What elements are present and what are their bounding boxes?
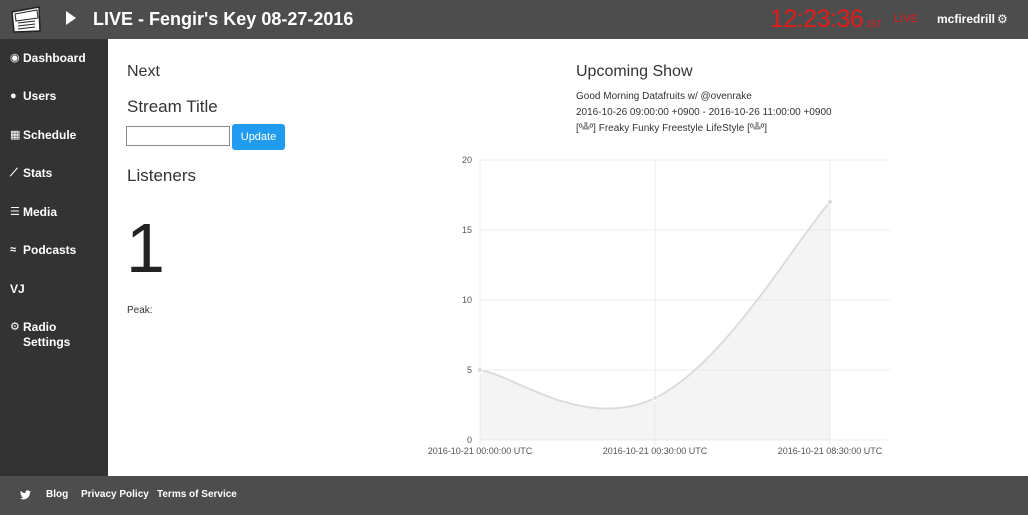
x-tick-label: 2016-10-21 08:30:00 UTC	[778, 446, 883, 456]
gear-icon: ⚙	[10, 321, 20, 333]
footer: Blog Privacy Policy Terms of Service	[0, 476, 1028, 515]
users-icon: ●	[10, 90, 17, 102]
line-chart-icon: ⟋	[10, 167, 18, 179]
next-heading: Next	[127, 63, 160, 80]
x-tick-label: 2016-10-21 00:30:00 UTC	[603, 446, 708, 456]
live-badge: LIVE	[894, 13, 918, 25]
user-menu[interactable]: mcfiredrill ⚙	[937, 12, 1008, 26]
y-tick-label: 15	[462, 225, 472, 235]
sidebar-item-vj[interactable]: VJ	[10, 282, 25, 297]
sidebar-item-label: Radio Settings	[23, 320, 71, 349]
clock: 12:23:36	[770, 5, 864, 33]
listeners-heading: Listeners	[127, 166, 196, 185]
listeners-chart: 0 5 10 15 20 2016-10-21 00:00:00 UTC 2016-10-2…	[428, 155, 890, 456]
stream-title-input[interactable]	[126, 126, 230, 146]
sidebar-item-label: Dashboard	[23, 51, 86, 65]
sidebar-item-users[interactable]: ● Users	[10, 89, 56, 104]
data-point	[827, 199, 833, 205]
blog-link[interactable]: Blog	[46, 489, 68, 500]
dashboard-icon: ◉	[10, 52, 20, 64]
username: mcfiredrill	[937, 12, 996, 26]
play-icon[interactable]	[66, 11, 76, 25]
update-button[interactable]: Update	[232, 124, 285, 150]
x-tick-label: 2016-10-21 00:00:00 UTC	[428, 446, 533, 456]
sidebar-item-label: Media	[23, 205, 58, 219]
show-description: [º╩º] Freaky Funky Freestyle LifeStyle […	[576, 123, 768, 134]
sidebar-item-label: Stats	[23, 166, 53, 180]
sidebar-item-label: Podcasts	[23, 243, 77, 257]
sidebar-item-radio-settings[interactable]: ⚙ Radio Settings	[10, 320, 100, 350]
sidebar-item-label: Users	[23, 89, 57, 103]
sidebar-item-label: Schedule	[23, 128, 77, 142]
y-tick-label: 10	[462, 295, 472, 305]
sidebar-item-podcasts[interactable]: ≈ Podcasts	[10, 243, 76, 258]
show-time: 2016-10-26 09:00:00 +0900 - 2016-10-26 1…	[576, 107, 832, 118]
timezone-label: JST	[866, 19, 883, 29]
calendar-icon: ▦	[10, 129, 21, 141]
y-tick-label: 5	[467, 365, 472, 375]
sidebar-item-dashboard[interactable]: ◉ Dashboard	[10, 51, 86, 66]
now-playing-title: LIVE - Fengir's Key 08-27-2016	[93, 9, 354, 29]
sidebar-item-label: VJ	[10, 282, 25, 296]
upcoming-show-heading: Upcoming Show	[576, 63, 693, 80]
peak-label: Peak:	[127, 305, 153, 316]
y-tick-label: 0	[467, 435, 472, 445]
data-point	[477, 367, 483, 373]
top-bar: LIVE - Fengir's Key 08-27-2016 12:23:36 …	[0, 0, 1028, 39]
stream-title-heading: Stream Title	[127, 97, 218, 116]
rss-icon: ≈	[10, 244, 17, 256]
list-icon: ☰	[10, 206, 20, 218]
listener-count: 1	[126, 209, 165, 287]
radio-logo-icon[interactable]	[9, 4, 43, 34]
show-name: Good Morning Datafruits w/ @ovenrake	[576, 91, 752, 102]
sidebar: ◉ Dashboard ● Users ▦ Schedule ⟋ Stats ☰ Medi…	[0, 39, 108, 476]
gear-icon: ⚙	[997, 12, 1008, 26]
y-tick-label: 20	[462, 155, 472, 165]
sidebar-item-media[interactable]: ☰ Media	[10, 205, 57, 220]
data-point	[652, 395, 658, 401]
sidebar-item-schedule[interactable]: ▦ Schedule	[10, 128, 76, 143]
terms-of-service-link[interactable]: Terms of Service	[157, 489, 237, 500]
sidebar-item-stats[interactable]: ⟋ Stats	[10, 166, 52, 181]
privacy-policy-link[interactable]: Privacy Policy	[81, 489, 149, 500]
twitter-icon[interactable]	[20, 490, 31, 500]
